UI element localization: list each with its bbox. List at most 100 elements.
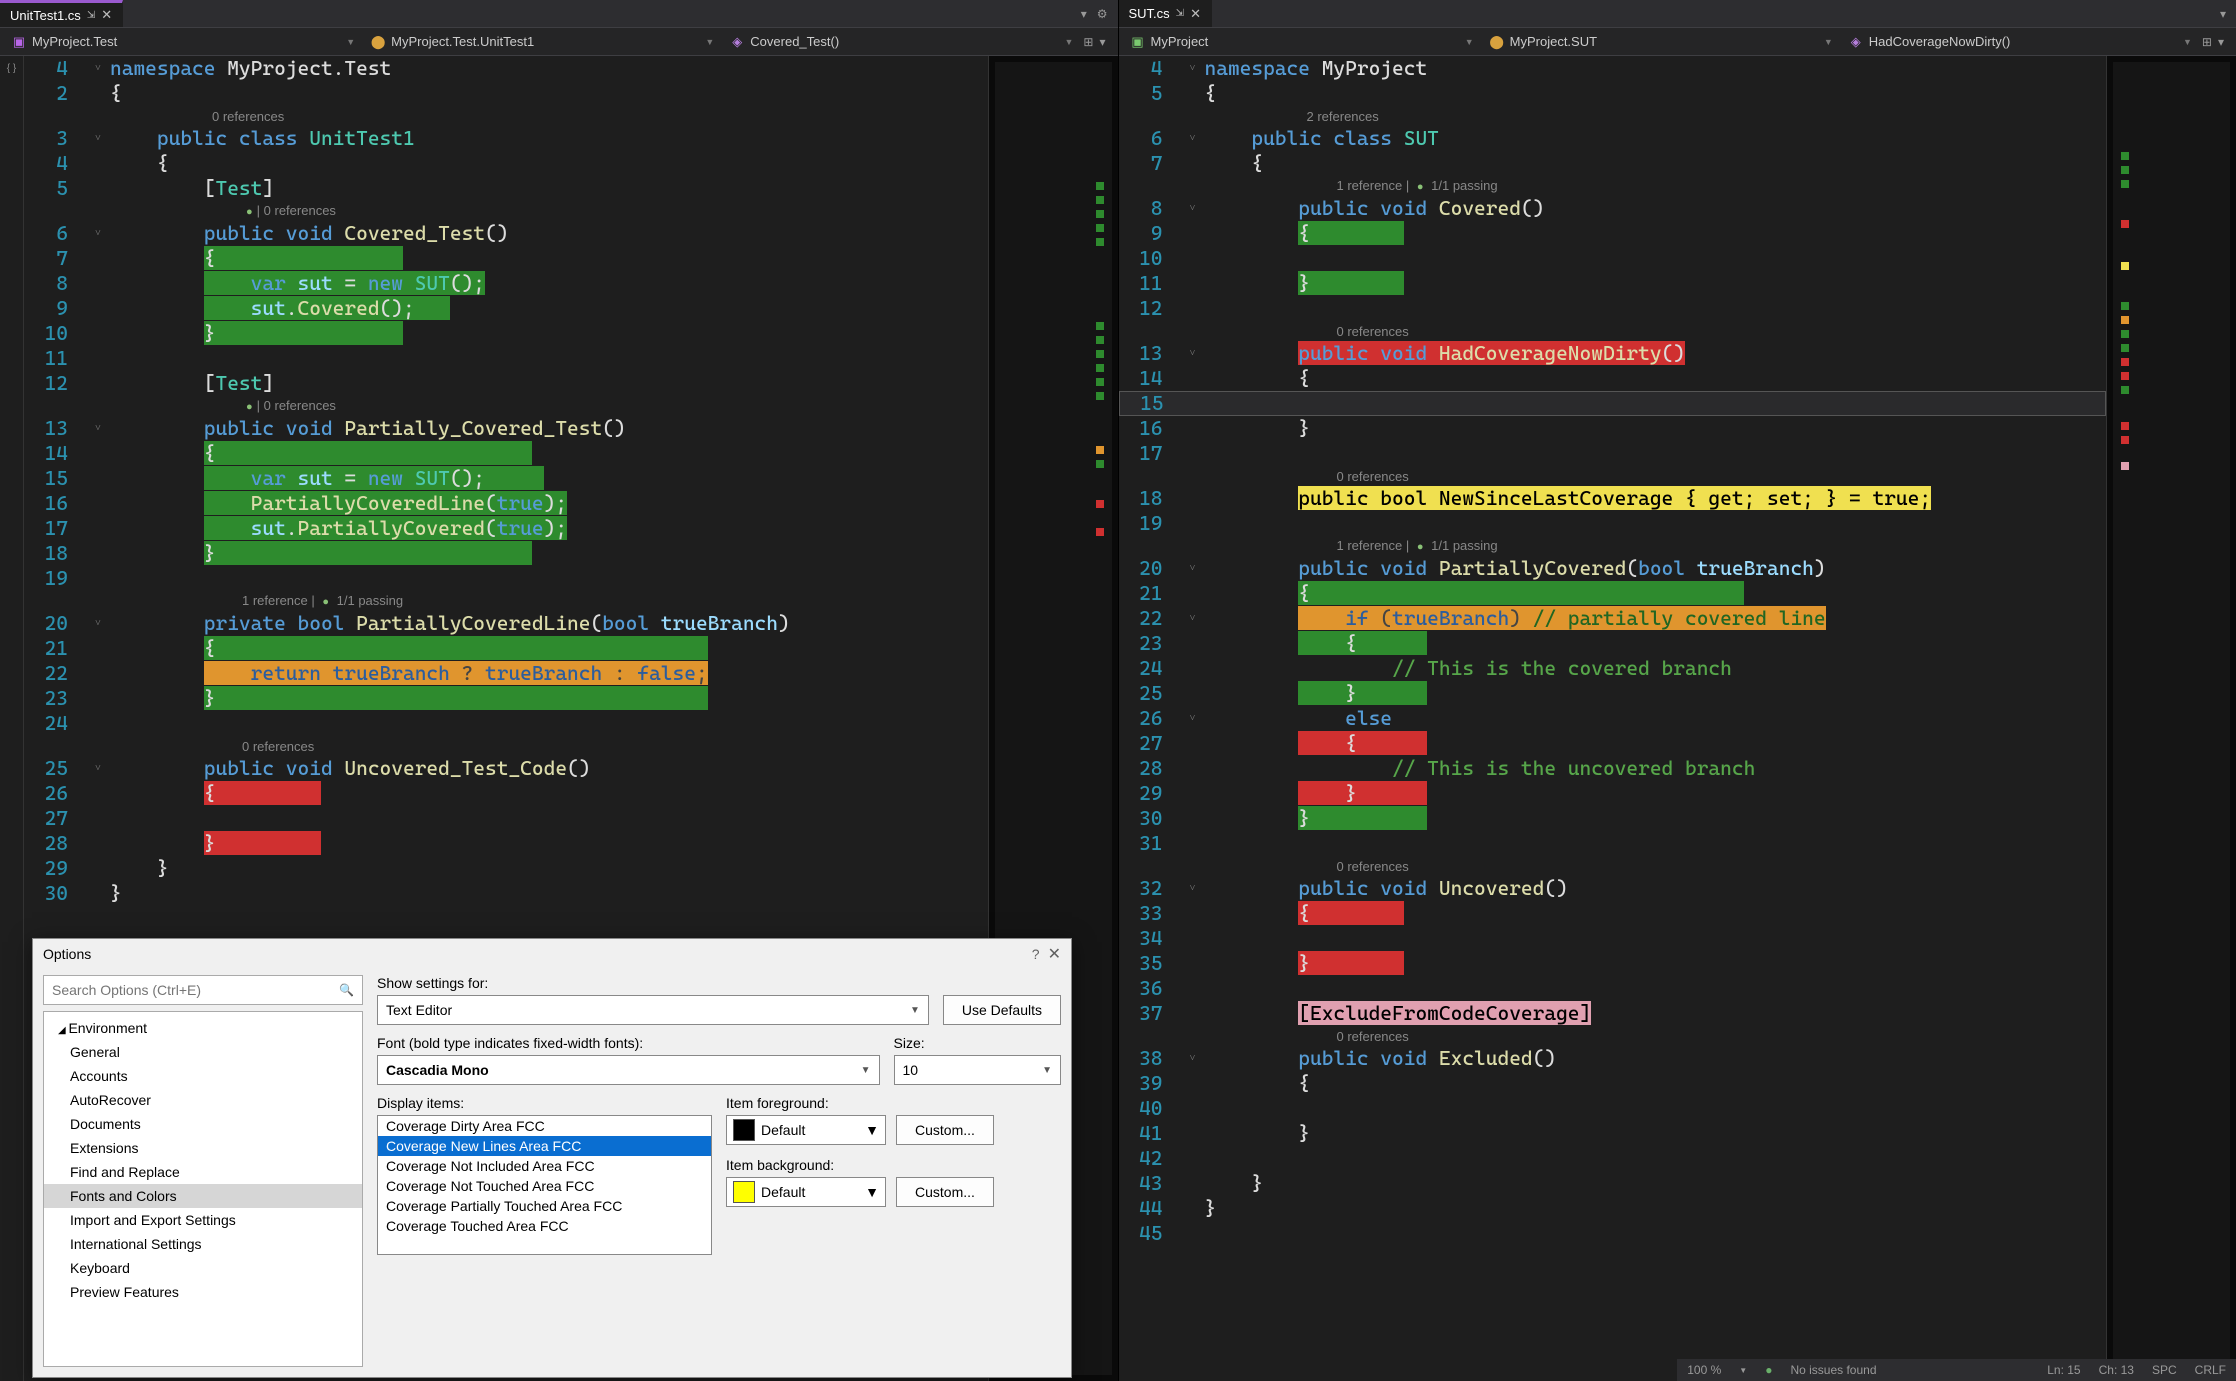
close-icon[interactable]: ✕ <box>101 7 112 23</box>
status-bar: 100 % ▼ ● No issues found Ln: 15 Ch: 13 … <box>1677 1359 2236 1381</box>
codelens-refs[interactable]: 0 references <box>102 734 314 759</box>
dropdown-icon[interactable]: ▾ <box>1081 7 1087 21</box>
pin-icon[interactable]: ⇲ <box>87 10 95 21</box>
tab-title-left: UnitTest1.cs <box>10 8 81 23</box>
tab-unittest1[interactable]: UnitTest1.cs ⇲ ✕ <box>0 0 123 27</box>
tree-item-environment[interactable]: ◢ Environment <box>44 1016 362 1040</box>
codelens-passing[interactable]: 1/1 passing <box>1428 538 1498 553</box>
chevron-down-icon: ▼ <box>1824 37 1833 47</box>
tree-item[interactable]: Accounts <box>44 1064 362 1088</box>
pass-icon: ● <box>1417 181 1424 193</box>
codelens-refs[interactable]: 0 references <box>1197 319 1409 344</box>
tree-item[interactable]: Documents <box>44 1112 362 1136</box>
custom-bg-button[interactable]: Custom... <box>896 1177 994 1207</box>
chevron-down-icon: ▼ <box>1042 1065 1052 1076</box>
pass-icon: ● <box>246 206 253 218</box>
tab-title-right: SUT.cs <box>1129 6 1170 21</box>
nav-project-combo[interactable]: ▣ MyProject ▼ <box>1125 34 1480 49</box>
gear-icon[interactable]: ⚙ <box>1097 7 1108 21</box>
codelens-refs[interactable]: 0 references <box>1197 1024 1409 1049</box>
pin-icon[interactable]: ⇲ <box>1176 8 1184 19</box>
fg-color-combo[interactable]: Default ▼ <box>726 1115 886 1145</box>
codelens-refs[interactable]: 0 references <box>264 203 336 218</box>
tree-item[interactable]: General <box>44 1040 362 1064</box>
codelens-refs[interactable]: 2 references <box>1197 104 1379 129</box>
list-item[interactable]: Coverage Not Included Area FCC <box>378 1156 711 1176</box>
close-icon[interactable]: ✕ <box>1048 944 1061 964</box>
list-item[interactable]: Coverage New Lines Area FCC <box>378 1136 711 1156</box>
display-items-list[interactable]: Coverage Dirty Area FCC Coverage New Lin… <box>377 1115 712 1255</box>
search-input[interactable] <box>52 982 333 998</box>
chevron-down-icon: ▼ <box>865 1122 879 1138</box>
fg-label: Item foreground: <box>726 1095 1061 1111</box>
chevron-down-icon: ▼ <box>865 1184 879 1200</box>
codelens-passing[interactable]: 1/1 passing <box>1428 178 1498 193</box>
nav-project-combo[interactable]: ▣ MyProject.Test ▼ <box>6 34 361 49</box>
status-ch[interactable]: Ch: 13 <box>2099 1363 2134 1377</box>
chevron-down-icon: ▼ <box>1065 37 1074 47</box>
dropdown-icon[interactable]: ▾ <box>2220 7 2226 21</box>
status-spc[interactable]: SPC <box>2152 1363 2177 1377</box>
nav-class-combo[interactable]: ⬤ MyProject.SUT ▼ <box>1484 34 1839 49</box>
tab-sut[interactable]: SUT.cs ⇲ ✕ <box>1119 0 1212 27</box>
status-issues[interactable]: No issues found <box>1790 1363 1876 1377</box>
dialog-title: Options <box>43 946 91 962</box>
chevron-down-icon[interactable]: ▼ <box>1739 1366 1747 1375</box>
codelens-refs[interactable]: 0 references <box>102 104 284 129</box>
font-combo[interactable]: Cascadia Mono ▼ <box>377 1055 880 1085</box>
scrollmap-right[interactable] <box>2106 56 2236 1381</box>
bg-color-combo[interactable]: Default ▼ <box>726 1177 886 1207</box>
tree-item[interactable]: Find and Replace <box>44 1160 362 1184</box>
chevron-down-icon[interactable]: ▾ <box>1099 35 1105 49</box>
custom-fg-button[interactable]: Custom... <box>896 1115 994 1145</box>
list-item[interactable]: Coverage Touched Area FCC <box>378 1216 711 1236</box>
list-item[interactable]: Coverage Partially Touched Area FCC <box>378 1196 711 1216</box>
class-icon: ⬤ <box>1490 35 1504 49</box>
options-tree[interactable]: ◢ Environment General Accounts AutoRecov… <box>43 1011 363 1367</box>
chevron-down-icon: ▼ <box>861 1065 871 1076</box>
close-icon[interactable]: ✕ <box>1190 6 1201 22</box>
chevron-down-icon: ▼ <box>910 1005 920 1016</box>
codelens-refs[interactable]: 0 references <box>1197 464 1409 489</box>
tree-item-fonts-colors[interactable]: Fonts and Colors <box>44 1184 362 1208</box>
split-icon[interactable]: ⊞ <box>2202 35 2212 49</box>
color-swatch-icon <box>733 1119 755 1141</box>
codelens-passing[interactable]: 1/1 passing <box>333 593 403 608</box>
tree-item[interactable]: AutoRecover <box>44 1088 362 1112</box>
check-icon: ● <box>1765 1363 1772 1377</box>
chevron-down-icon: ▼ <box>2183 37 2192 47</box>
class-icon: ⬤ <box>371 35 385 49</box>
status-crlf[interactable]: CRLF <box>2195 1363 2226 1377</box>
nav-method-combo[interactable]: ◈ HadCoverageNowDirty() ▼ <box>1843 34 2198 49</box>
use-defaults-button[interactable]: Use Defaults <box>943 995 1061 1025</box>
size-combo[interactable]: 10 ▼ <box>894 1055 1062 1085</box>
list-item[interactable]: Coverage Dirty Area FCC <box>378 1116 711 1136</box>
tree-item[interactable]: Preview Features <box>44 1280 362 1304</box>
nav-class-combo[interactable]: ⬤ MyProject.Test.UnitTest1 ▼ <box>365 34 720 49</box>
search-options[interactable]: 🔍 <box>43 975 363 1005</box>
codelens-refs[interactable]: 0 references <box>264 398 336 413</box>
tree-item[interactable]: International Settings <box>44 1232 362 1256</box>
codelens-refs[interactable]: 1 reference | <box>1337 178 1413 193</box>
tree-item[interactable]: Extensions <box>44 1136 362 1160</box>
help-icon[interactable]: ? <box>1032 946 1040 962</box>
codelens-refs[interactable]: 0 references <box>1197 854 1409 879</box>
chevron-down-icon[interactable]: ▾ <box>2218 35 2224 49</box>
tab-bar-left: UnitTest1.cs ⇲ ✕ ▾ ⚙ <box>0 0 1118 28</box>
pass-icon: ● <box>1417 541 1424 553</box>
nav-bar-left: ▣ MyProject.Test ▼ ⬤ MyProject.Test.Unit… <box>0 28 1118 56</box>
editor-right[interactable]: 4˅namespace MyProject 5{ 2 references 6˅… <box>1119 56 2107 1381</box>
tree-item[interactable]: Import and Export Settings <box>44 1208 362 1232</box>
status-zoom[interactable]: 100 % <box>1687 1363 1721 1377</box>
split-icon[interactable]: ⊞ <box>1083 35 1093 49</box>
tree-item[interactable]: Keyboard <box>44 1256 362 1280</box>
nav-method-combo[interactable]: ◈ Covered_Test() ▼ <box>724 34 1079 49</box>
show-settings-combo[interactable]: Text Editor ▼ <box>377 995 929 1025</box>
codelens-refs[interactable]: 1 reference | <box>242 593 318 608</box>
method-icon: ◈ <box>1849 35 1863 49</box>
list-item[interactable]: Coverage Not Touched Area FCC <box>378 1176 711 1196</box>
breakpoint-margin[interactable]: { } <box>0 56 24 1381</box>
bg-label: Item background: <box>726 1157 1061 1173</box>
codelens-refs[interactable]: 1 reference | <box>1337 538 1413 553</box>
status-ln[interactable]: Ln: 15 <box>2047 1363 2080 1377</box>
